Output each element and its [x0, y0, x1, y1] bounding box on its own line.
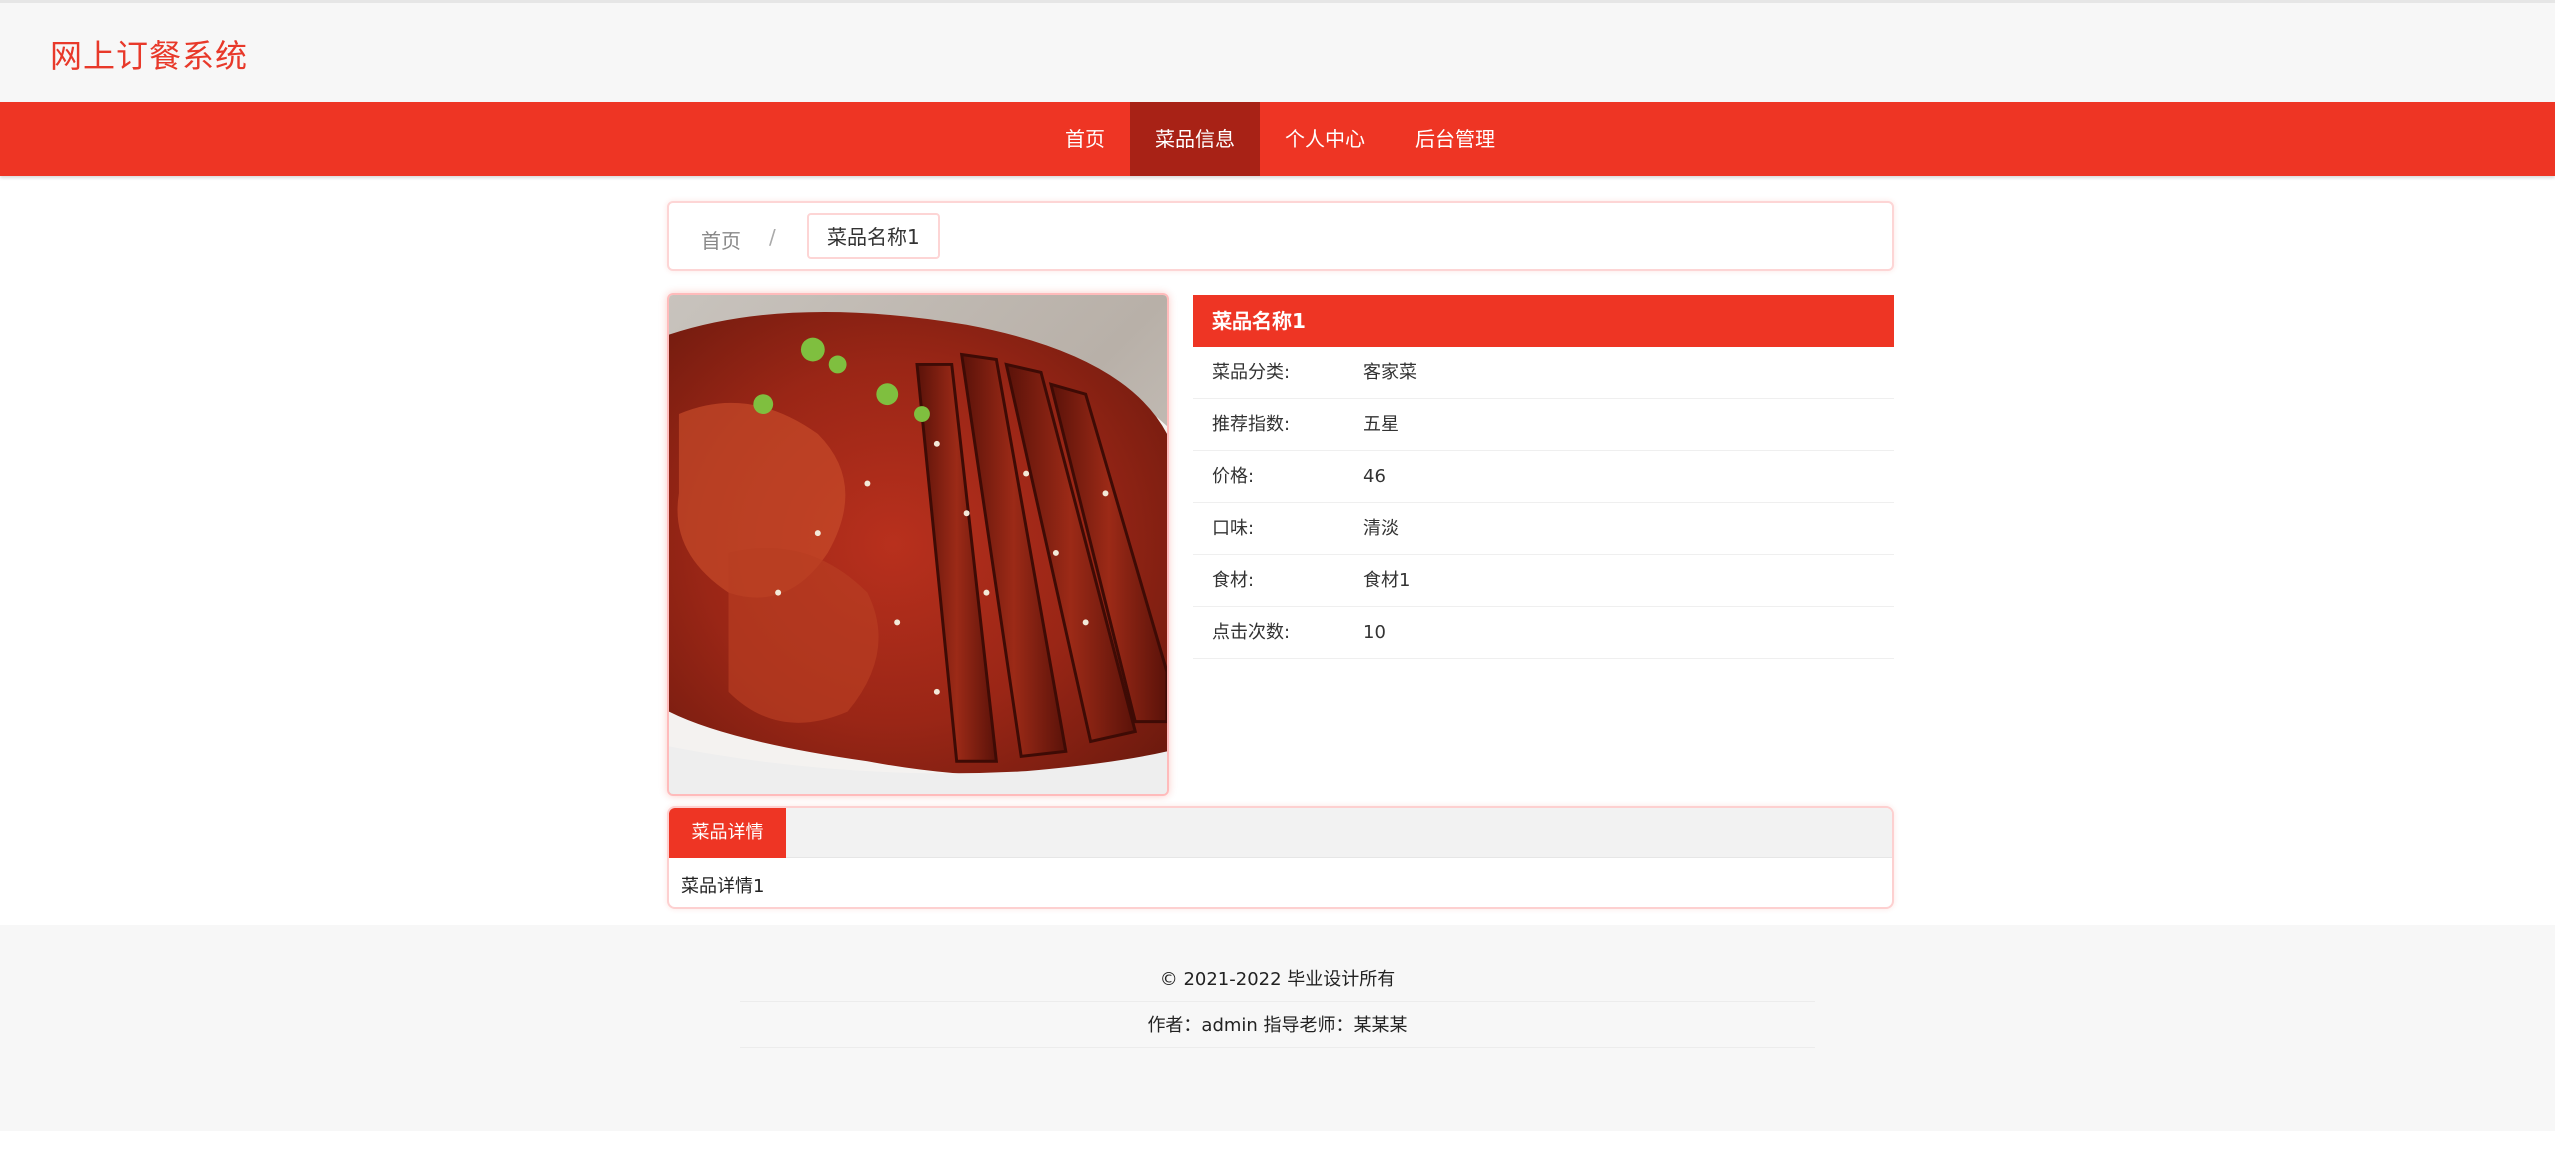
info-value: 46: [1363, 466, 1386, 487]
info-value: 五星: [1363, 414, 1399, 435]
info-row-ingredients: 食材: 食材1: [1193, 555, 1894, 607]
nav-item-home[interactable]: 首页: [1040, 102, 1130, 176]
info-label: 食材:: [1212, 570, 1255, 591]
dish-name-heading: 菜品名称1: [1193, 295, 1894, 347]
info-label: 口味:: [1212, 518, 1255, 539]
info-row-clicks: 点击次数: 10: [1193, 607, 1894, 659]
breadcrumb-separator: /: [769, 225, 776, 249]
tab-dish-detail[interactable]: 菜品详情: [669, 808, 786, 858]
detail-tab-bar: 菜品详情: [669, 808, 1892, 858]
nav-item-admin[interactable]: 后台管理: [1390, 102, 1520, 176]
info-row-category: 菜品分类: 客家菜: [1193, 347, 1894, 399]
dish-detail-content: 菜品详情1: [681, 876, 765, 897]
breadcrumb-current: 菜品名称1: [807, 213, 940, 259]
breadcrumb: 首页 / 菜品名称1: [667, 201, 1894, 271]
page-footer: © 2021-2022 毕业设计所有 作者：admin 指导老师：某某某: [0, 925, 2555, 1131]
info-value: 食材1: [1363, 570, 1411, 591]
info-row-taste: 口味: 清淡: [1193, 503, 1894, 555]
nav-item-dish-info[interactable]: 菜品信息: [1130, 102, 1260, 176]
info-row-rating: 推荐指数: 五星: [1193, 399, 1894, 451]
info-label: 推荐指数:: [1212, 414, 1291, 435]
dish-detail-box: 菜品详情 菜品详情1: [667, 806, 1894, 909]
main-navbar: 首页 菜品信息 个人中心 后台管理: [0, 102, 2555, 176]
nav-item-personal-center[interactable]: 个人中心: [1260, 102, 1390, 176]
footer-copyright: © 2021-2022 毕业设计所有: [740, 965, 1815, 1002]
info-row-price: 价格: 46: [1193, 451, 1894, 503]
dish-info-panel: 菜品名称1 菜品分类: 客家菜 推荐指数: 五星 价格: 46 口味: 清淡 食…: [1193, 295, 1894, 659]
info-label: 点击次数:: [1212, 622, 1291, 643]
info-label: 菜品分类:: [1212, 362, 1291, 383]
site-title[interactable]: 网上订餐系统: [50, 31, 248, 77]
footer-credits: 作者：admin 指导老师：某某某: [740, 1011, 1815, 1048]
nav-list: 首页 菜品信息 个人中心 后台管理: [1040, 102, 1520, 176]
info-value: 清淡: [1363, 518, 1399, 539]
dish-photo: [667, 293, 1169, 796]
info-label: 价格:: [1212, 466, 1255, 487]
breadcrumb-home-link[interactable]: 首页: [701, 225, 741, 254]
top-header: 网上订餐系统: [0, 0, 2555, 102]
info-value: 10: [1363, 622, 1386, 643]
info-value: 客家菜: [1363, 362, 1417, 383]
